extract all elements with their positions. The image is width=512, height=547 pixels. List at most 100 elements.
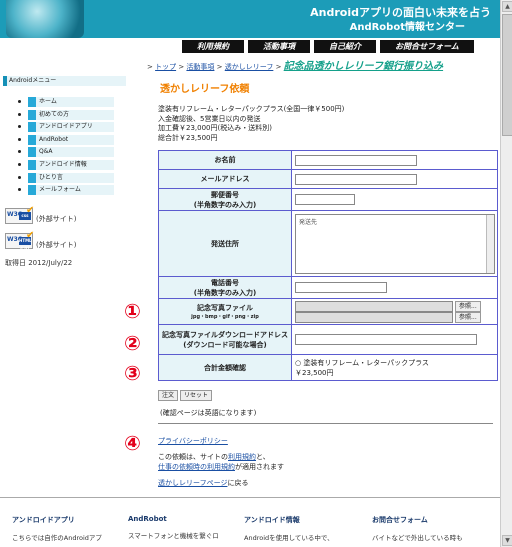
bullet-icon	[18, 175, 21, 179]
total-label: 合計金額確認	[158, 354, 292, 381]
footer-text: スマートフォンと機械を繋ぐロ	[128, 532, 219, 540]
nav-contact-form[interactable]: お問合せフォーム	[380, 40, 474, 53]
site-title-line2: AndRobot情報センター	[349, 22, 465, 33]
privacy-policy-link[interactable]: プライバシーポリシー	[158, 436, 228, 446]
sidebar-item-label[interactable]: アンドロイド情報	[28, 159, 114, 170]
scroll-up-icon[interactable]: ▲	[502, 1, 512, 12]
email-input[interactable]	[295, 173, 417, 185]
footer-heading[interactable]: AndRobot	[128, 515, 246, 523]
callout-number-4: ④	[124, 431, 141, 455]
zip-label-note: (半角数字のみ入力)	[193, 200, 257, 209]
footer-heading[interactable]: お問合せフォーム	[372, 515, 490, 525]
footer-col-androbot: AndRobot スマートフォンと機械を繋ぐロ	[128, 515, 246, 540]
download-address-label: 記念写真ファイルダウンロードアドレス (ダウンロード可能な場合)	[158, 324, 292, 355]
bullet-icon	[18, 188, 21, 192]
breadcrumb-current: 記念品透かしレリーフ銀行振り込み	[283, 61, 444, 72]
w3c-css-badge[interactable]: W3C css ✔	[5, 205, 34, 224]
scroll-thumb[interactable]	[502, 14, 512, 136]
breadcrumb-relief[interactable]: 透かしレリーフ	[225, 63, 274, 71]
scroll-down-icon[interactable]: ▼	[502, 535, 512, 546]
site-header: Androidアプリの面白い未来を占う AndRobot情報センター	[0, 0, 501, 38]
breadcrumb-top[interactable]: トップ	[155, 63, 176, 71]
photo-file-label: 記念写真ファイル jpg・bmp・gif・png・zip	[158, 298, 292, 325]
footer-heading[interactable]: アンドロイド情報	[244, 515, 362, 525]
w3c-html-external-label: (外部サイト)	[36, 241, 77, 249]
download-label-text: 記念写真ファイルダウンロードアドレス	[162, 330, 288, 339]
address-placeholder: 発送先	[299, 218, 318, 226]
footer-text: Androidを使用している中で、	[244, 534, 334, 542]
sidebar-item-label[interactable]: アンドロイドアプリ	[28, 122, 114, 133]
sidebar-item-label[interactable]: ひとり言	[28, 172, 114, 183]
phone-input[interactable]	[295, 282, 387, 293]
photo-label-text: 記念写真ファイル	[197, 304, 253, 312]
back-suffix: に戻る	[227, 479, 249, 487]
order-intro: 塗装有リフレーム・レターパックプラス(全国一律￥500円) 入金確認後、5営業日…	[158, 105, 344, 143]
footer-col-apps: アンドロイドアプリ こちらでは自作のAndroidアプ	[12, 515, 130, 542]
footer-text: バイトなどで外出している時も	[372, 534, 463, 542]
photo-file-input-2[interactable]	[295, 311, 453, 323]
back-notice: 透かしレリーフページに戻る	[158, 478, 248, 488]
header-photo	[6, 0, 84, 38]
browse-button-2[interactable]: 参照...	[455, 311, 481, 323]
phone-label-note: (半角数字のみ入力)	[193, 288, 257, 297]
form-actions: 注文 リセット	[158, 390, 213, 401]
name-input[interactable]	[295, 154, 417, 166]
terms-suffix: が適用されます	[235, 463, 284, 471]
nav-terms[interactable]: 利用規約	[182, 40, 244, 53]
work-terms-link[interactable]: 仕事の依頼時の利用規約	[158, 463, 235, 471]
address-label: 発送住所	[158, 210, 292, 277]
zip-input[interactable]	[295, 194, 355, 205]
photo-file-input-1[interactable]	[295, 300, 453, 312]
sidebar-item-label[interactable]: メールフォーム	[28, 185, 114, 196]
intro-line: 加工費￥23,000円(税込み・送料別)	[158, 124, 272, 132]
w3c-html-badge[interactable]: W3C HTML 4.01 ✔	[5, 230, 35, 251]
terms-mid: と、	[256, 453, 270, 461]
footer-col-info: アンドロイド情報 Androidを使用している中で、	[244, 515, 362, 542]
sidebar-title: Androidメニュー	[3, 76, 126, 86]
sidebar-item-label[interactable]: AndRobot	[28, 134, 114, 145]
nav-about[interactable]: 自己紹介	[314, 40, 376, 53]
check-icon: ✔	[26, 230, 35, 241]
zip-label-text: 郵便番号	[211, 190, 239, 199]
total-option-label: 塗装有リフレーム・レターパックプラス	[303, 358, 429, 367]
intro-line: 入金確認後、5営業日以内の発送	[158, 114, 261, 123]
bullet-icon	[18, 112, 21, 116]
sidebar-item-label[interactable]: 初めての方	[28, 109, 114, 120]
nav-activities[interactable]: 活動事項	[248, 40, 310, 53]
page-title: 透かしレリーフ依頼	[160, 84, 250, 95]
browse-button-1[interactable]: 参照...	[455, 300, 481, 312]
w3c-css-external-label: (外部サイト)	[36, 215, 77, 223]
photo-label-formats: jpg・bmp・gif・png・zip	[191, 314, 259, 320]
top-navigation: 利用規約 活動事項 自己紹介 お問合せフォーム	[182, 40, 474, 53]
bullet-icon	[18, 150, 21, 154]
radio-icon[interactable]: ○	[295, 359, 301, 367]
download-label-note: (ダウンロード可能な場合)	[183, 340, 267, 349]
sidebar-item-label[interactable]: Q&A	[28, 147, 114, 158]
footer-col-contact: お問合せフォーム バイトなどで外出している時も	[372, 515, 490, 542]
textarea-scrollbar[interactable]	[486, 214, 494, 273]
acquired-date: 取得日 2012/July/22	[5, 259, 73, 267]
address-textarea[interactable]: 発送先	[295, 213, 495, 274]
terms-prefix: この依頼は、サイトの	[158, 453, 228, 461]
name-label: お名前	[158, 150, 292, 170]
breadcrumb-activities[interactable]: 活動事項	[186, 63, 214, 71]
back-link[interactable]: 透かしレリーフページ	[158, 479, 227, 487]
submit-button[interactable]: 注文	[158, 390, 179, 401]
footer-heading[interactable]: アンドロイドアプリ	[12, 515, 130, 525]
intro-line: 塗装有リフレーム・レターパックプラス(全国一律￥500円)	[158, 105, 345, 113]
bullet-icon	[18, 125, 21, 129]
divider	[158, 423, 493, 424]
phone-label-text: 電話番号	[211, 278, 239, 287]
download-address-input[interactable]	[295, 334, 477, 345]
email-label: メールアドレス	[158, 169, 292, 189]
callout-number-1: ①	[124, 299, 141, 323]
callout-number-2: ②	[124, 331, 141, 355]
terms-link[interactable]: 利用規約	[228, 453, 256, 461]
bullet-icon	[18, 100, 21, 103]
breadcrumb: > トップ > 活動事項 > 透かしレリーフ > 記念品透かしレリーフ銀行振り込…	[147, 61, 444, 72]
reset-button[interactable]: リセット	[180, 390, 213, 401]
callout-number-3: ③	[124, 361, 141, 385]
order-form-table: お名前 メールアドレス 郵便番号 (半角数字のみ入力) 発送住所 発送先 電話番…	[158, 150, 498, 381]
vertical-scrollbar[interactable]: ▲ ▼	[500, 0, 512, 547]
sidebar-item-label[interactable]: ホーム	[28, 97, 114, 107]
